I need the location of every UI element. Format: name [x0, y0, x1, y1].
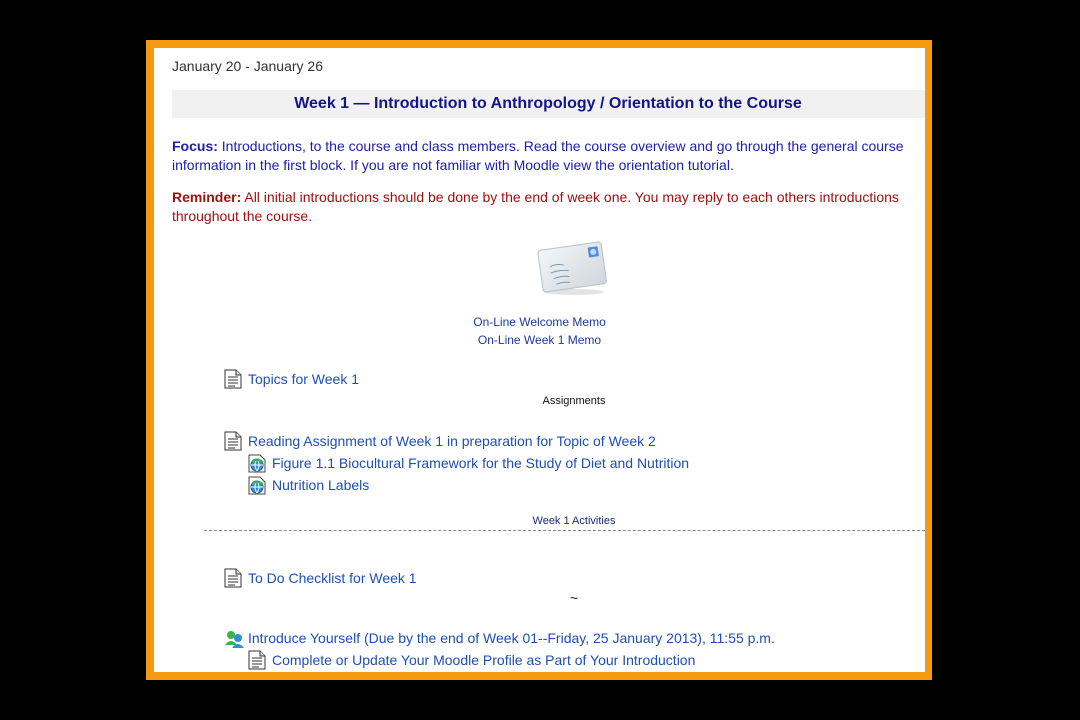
assignments-heading: Assignments [542, 395, 606, 407]
reminder-text: All initial introductions should be done… [172, 189, 899, 224]
nutrition-labels-link[interactable]: Nutrition Labels [272, 475, 369, 495]
document-page-icon [224, 431, 242, 451]
web-link-globe-icon [248, 475, 266, 495]
focus-text-2: information in the first block. If you a… [172, 157, 615, 173]
document-page-icon [224, 369, 242, 389]
focus-label: Focus: [172, 138, 218, 154]
week-date-range: January 20 - January 26 [172, 58, 323, 74]
moodle-profile-link[interactable]: Complete or Update Your Moodle Profile a… [272, 650, 695, 670]
week-title: Week 1 — Introduction to Anthropology / … [294, 95, 802, 112]
tilde-separator: ~ [569, 590, 579, 606]
introduce-yourself-link[interactable]: Introduce Yourself (Due by the end of We… [248, 628, 775, 648]
week1-memo-link[interactable]: On-Line Week 1 Memo [154, 333, 925, 347]
focus-text-end: . [729, 157, 734, 173]
focus-text: Introductions, to the course and class m… [221, 138, 904, 154]
focus-paragraph: Focus: Introductions, to the course and … [172, 137, 917, 175]
welcome-memo-link[interactable]: On-Line Welcome Memo [154, 315, 925, 329]
section-divider [204, 530, 925, 531]
figure-biocultural-link[interactable]: Figure 1.1 Biocultural Framework for the… [272, 453, 689, 473]
week1-activities-heading: Week 1 Activities [532, 515, 616, 527]
reminder-paragraph: Reminder: All initial introductions shou… [172, 188, 917, 226]
document-page-icon [248, 650, 266, 670]
week-title-bar: Week 1 — Introduction to Anthropology / … [172, 90, 925, 118]
reading-assignment-link[interactable]: Reading Assignment of Week 1 in preparat… [248, 431, 656, 451]
orientation-tutorial-link[interactable]: orientation tutorial [619, 157, 730, 173]
document-page-icon [224, 568, 242, 588]
checklist-link[interactable]: To Do Checklist for Week 1 [248, 568, 417, 588]
web-link-globe-icon [248, 453, 266, 473]
orange-frame: January 20 - January 26 Week 1 — Introdu… [146, 40, 932, 680]
forum-people-icon [224, 628, 244, 648]
course-week-section: January 20 - January 26 Week 1 — Introdu… [154, 48, 925, 672]
topics-week1-link[interactable]: Topics for Week 1 [248, 369, 359, 389]
reminder-label: Reminder: [172, 189, 242, 205]
envelope-icon[interactable] [536, 238, 608, 296]
